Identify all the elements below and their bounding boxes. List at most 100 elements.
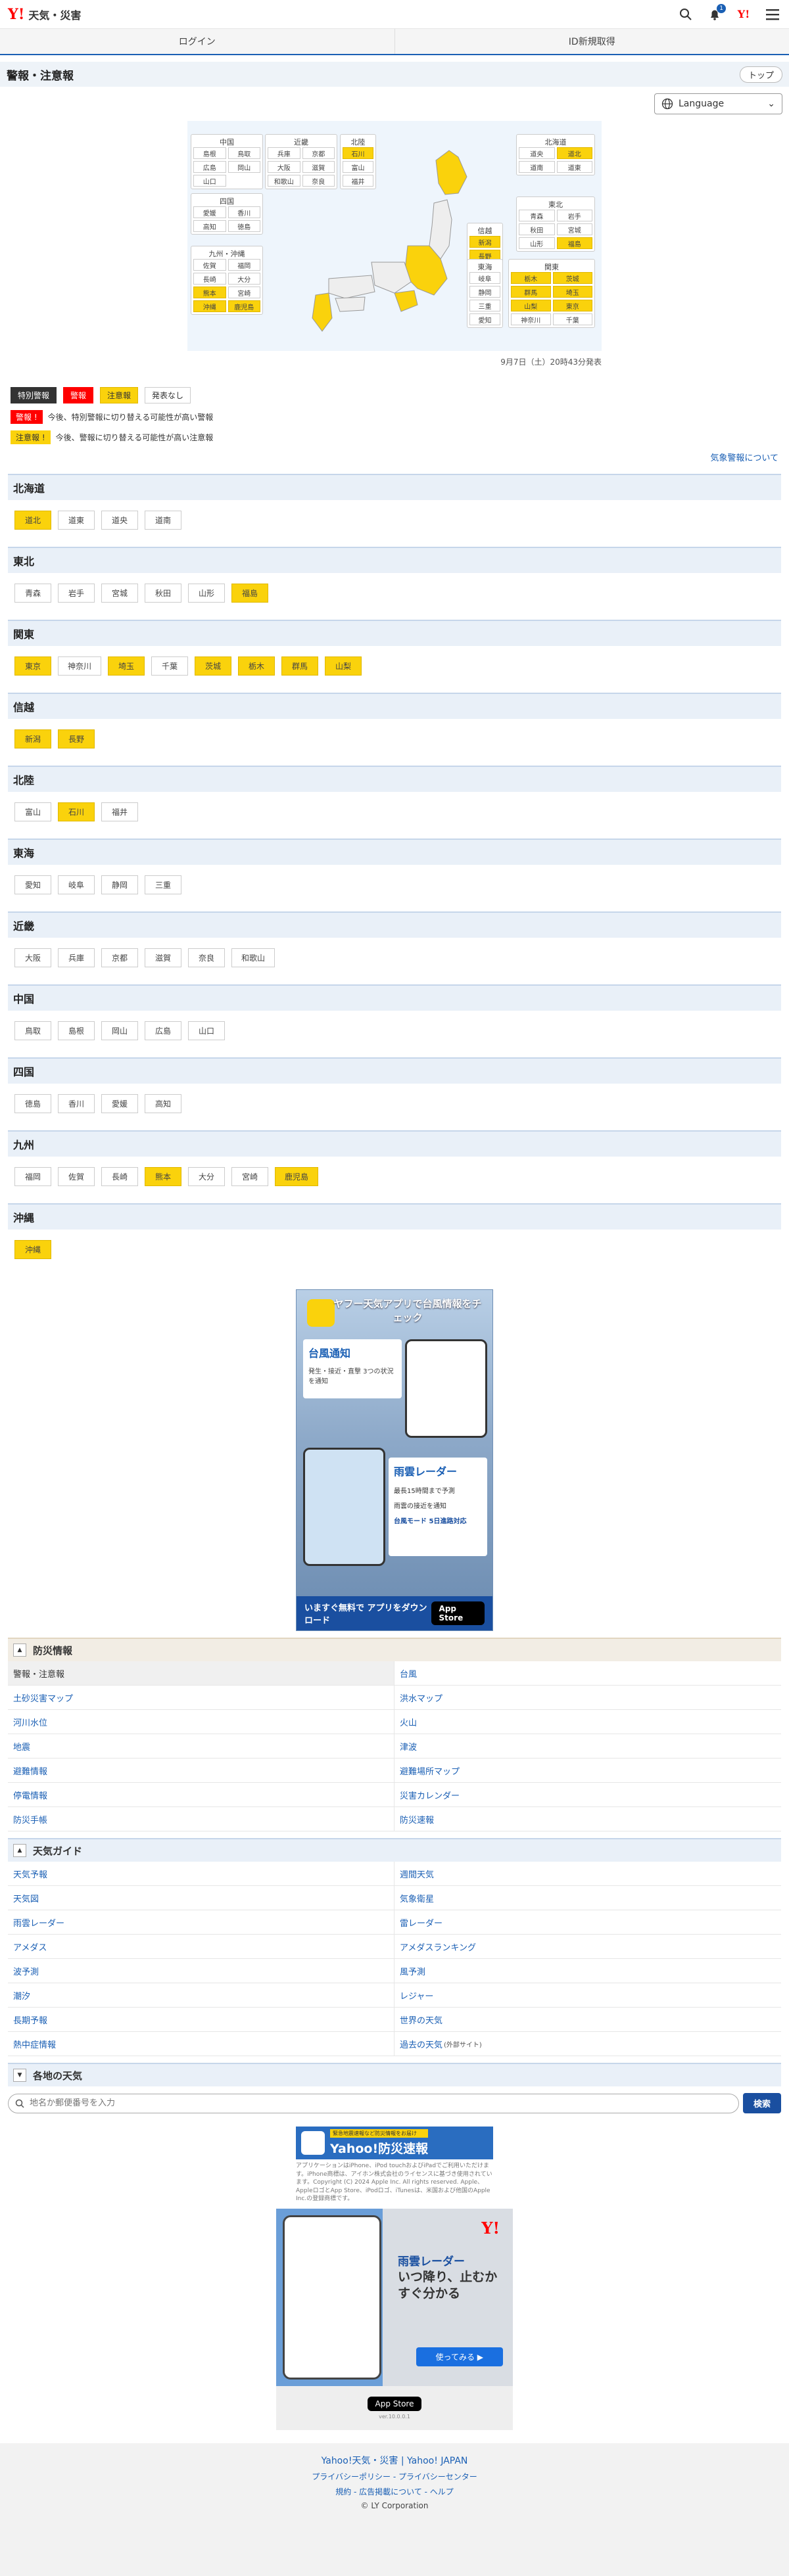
nav-link[interactable]: 世界の天気 xyxy=(394,2008,781,2032)
nav-link[interactable]: 長期予報 xyxy=(8,2008,394,2032)
map-pref-cell[interactable]: 道央 xyxy=(519,147,555,159)
pref-button[interactable]: 愛知 xyxy=(14,875,51,894)
map-pref-cell[interactable]: 岩手 xyxy=(557,210,593,221)
pref-button[interactable]: 石川 xyxy=(58,802,95,821)
app-store-badge[interactable]: App Store xyxy=(431,1601,485,1625)
map-pref-cell[interactable]: 滋賀 xyxy=(302,161,335,173)
nav-link[interactable]: 土砂災害マップ xyxy=(8,1686,394,1710)
try-button[interactable]: 使ってみる ▶ xyxy=(416,2347,503,2366)
nav-link[interactable]: 過去の天気(外部サイト) xyxy=(394,2032,781,2056)
map-pref-cell[interactable]: 群馬 xyxy=(511,286,551,298)
map-pref-cell[interactable]: 東京 xyxy=(553,300,593,311)
pref-button[interactable]: 静岡 xyxy=(101,875,138,894)
pref-button[interactable]: 高知 xyxy=(145,1094,181,1113)
pref-button[interactable]: 青森 xyxy=(14,584,51,603)
nav-link[interactable]: 避難場所マップ xyxy=(394,1759,781,1783)
map-pref-cell[interactable]: 神奈川 xyxy=(511,313,551,325)
pref-button[interactable]: 群馬 xyxy=(281,656,318,676)
map-pref-cell[interactable]: 熊本 xyxy=(193,287,226,298)
nav-link[interactable]: アメダス xyxy=(8,1935,394,1959)
map-pref-cell[interactable]: 福島 xyxy=(557,237,593,249)
map-pref-cell[interactable]: 道南 xyxy=(519,161,555,173)
menu-icon[interactable] xyxy=(764,6,781,23)
pref-button[interactable]: 新潟 xyxy=(14,729,51,748)
map-pref-cell[interactable]: 徳島 xyxy=(228,220,261,232)
nav-link[interactable]: 河川水位 xyxy=(8,1710,394,1734)
search-icon[interactable] xyxy=(677,6,694,23)
pref-button[interactable]: 沖縄 xyxy=(14,1240,51,1259)
map-pref-cell[interactable]: 宮城 xyxy=(557,223,593,235)
nav-link[interactable]: 天気図 xyxy=(8,1886,394,1910)
pref-button[interactable]: 広島 xyxy=(145,1021,181,1040)
pref-button[interactable]: 神奈川 xyxy=(58,656,101,676)
pref-button[interactable]: 京都 xyxy=(101,948,138,967)
map-pref-cell[interactable]: 福井 xyxy=(343,175,373,187)
pref-button[interactable]: 東京 xyxy=(14,656,51,676)
local-header[interactable]: ▼各地の天気 xyxy=(8,2063,781,2086)
yahoo-japan-icon[interactable]: Y! xyxy=(735,6,752,23)
search-button[interactable]: 検索 xyxy=(743,2093,781,2113)
map-pref-cell[interactable]: 千葉 xyxy=(553,313,593,325)
pref-button[interactable]: 道北 xyxy=(14,511,51,530)
map-pref-cell[interactable]: 三重 xyxy=(469,300,500,311)
pref-button[interactable]: 山形 xyxy=(188,584,225,603)
footer-terms-links[interactable]: 規約 - 広告掲載について - ヘルプ xyxy=(335,2487,454,2496)
map-pref-cell[interactable]: 佐賀 xyxy=(193,259,226,271)
nav-link[interactable]: 雨雲レーダー xyxy=(8,1910,394,1935)
map-pref-cell[interactable]: 秋田 xyxy=(519,223,555,235)
language-select[interactable]: Language ⌄ xyxy=(654,93,782,114)
pref-button[interactable]: 長野 xyxy=(58,729,95,748)
pref-button[interactable]: 富山 xyxy=(14,802,51,821)
pref-button[interactable]: 長崎 xyxy=(101,1167,138,1186)
map-pref-cell[interactable]: 福岡 xyxy=(228,259,261,271)
nav-link[interactable]: アメダスランキング xyxy=(394,1935,781,1959)
map-pref-cell[interactable]: 高知 xyxy=(193,220,226,232)
pref-button[interactable]: 栃木 xyxy=(238,656,275,676)
pref-button[interactable]: 道央 xyxy=(101,511,138,530)
nav-link[interactable]: 波予測 xyxy=(8,1959,394,1983)
pref-button[interactable]: 熊本 xyxy=(145,1167,181,1186)
map-pref-cell[interactable]: 石川 xyxy=(343,147,373,159)
pref-button[interactable]: 鹿児島 xyxy=(275,1167,318,1186)
pref-button[interactable]: 岩手 xyxy=(58,584,95,603)
nav-link[interactable]: 地震 xyxy=(8,1734,394,1759)
map-pref-cell[interactable]: 茨城 xyxy=(553,272,593,284)
pref-button[interactable]: 道東 xyxy=(58,511,95,530)
nav-link[interactable]: 洪水マップ xyxy=(394,1686,781,1710)
nav-link[interactable]: 雷レーダー xyxy=(394,1910,781,1935)
nav-link[interactable]: 気象衛星 xyxy=(394,1886,781,1910)
pref-button[interactable]: 奈良 xyxy=(188,948,225,967)
app-store-badge[interactable]: App Store xyxy=(368,2397,422,2411)
pref-button[interactable]: 山口 xyxy=(188,1021,225,1040)
pref-button[interactable]: 滋賀 xyxy=(145,948,181,967)
map-pref-cell[interactable]: 岡山 xyxy=(228,161,261,173)
map-pref-cell[interactable]: 山形 xyxy=(519,237,555,249)
map-pref-cell[interactable]: 栃木 xyxy=(511,272,551,284)
location-search-input[interactable] xyxy=(30,2098,732,2108)
pref-button[interactable]: 山梨 xyxy=(325,656,362,676)
signup-link[interactable]: ID新規取得 xyxy=(394,29,789,54)
map-pref-cell[interactable]: 愛媛 xyxy=(193,206,226,218)
pref-button[interactable]: 愛媛 xyxy=(101,1094,138,1113)
pref-button[interactable]: 島根 xyxy=(58,1021,95,1040)
login-link[interactable]: ログイン xyxy=(0,29,394,54)
pref-button[interactable]: 岐阜 xyxy=(58,875,95,894)
pref-button[interactable]: 徳島 xyxy=(14,1094,51,1113)
map-pref-cell[interactable]: 大阪 xyxy=(268,161,300,173)
pref-button[interactable]: 埼玉 xyxy=(108,656,145,676)
site-logo[interactable]: Y! 天気・災害 xyxy=(8,6,81,23)
footer-site-link[interactable]: Yahoo!天気・災害 | Yahoo! JAPAN xyxy=(322,2456,468,2466)
footer-privacy-links[interactable]: プライバシーポリシー - プライバシーセンター xyxy=(312,2472,477,2481)
nav-link[interactable]: 停電情報 xyxy=(8,1783,394,1807)
nav-link[interactable]: 防災手帳 xyxy=(8,1807,394,1831)
map-pref-cell[interactable]: 富山 xyxy=(343,161,373,173)
pref-button[interactable]: 福岡 xyxy=(14,1167,51,1186)
pref-button[interactable]: 福井 xyxy=(101,802,138,821)
map-pref-cell[interactable]: 兵庫 xyxy=(268,147,300,159)
nav-link[interactable]: 避難情報 xyxy=(8,1759,394,1783)
map-pref-cell[interactable]: 道北 xyxy=(557,147,593,159)
map-pref-cell[interactable]: 岐阜 xyxy=(469,272,500,284)
nav-link[interactable]: 風予測 xyxy=(394,1959,781,1983)
nav-link[interactable]: 週間天気 xyxy=(394,1862,781,1886)
map-pref-cell[interactable]: 奈良 xyxy=(302,175,335,187)
